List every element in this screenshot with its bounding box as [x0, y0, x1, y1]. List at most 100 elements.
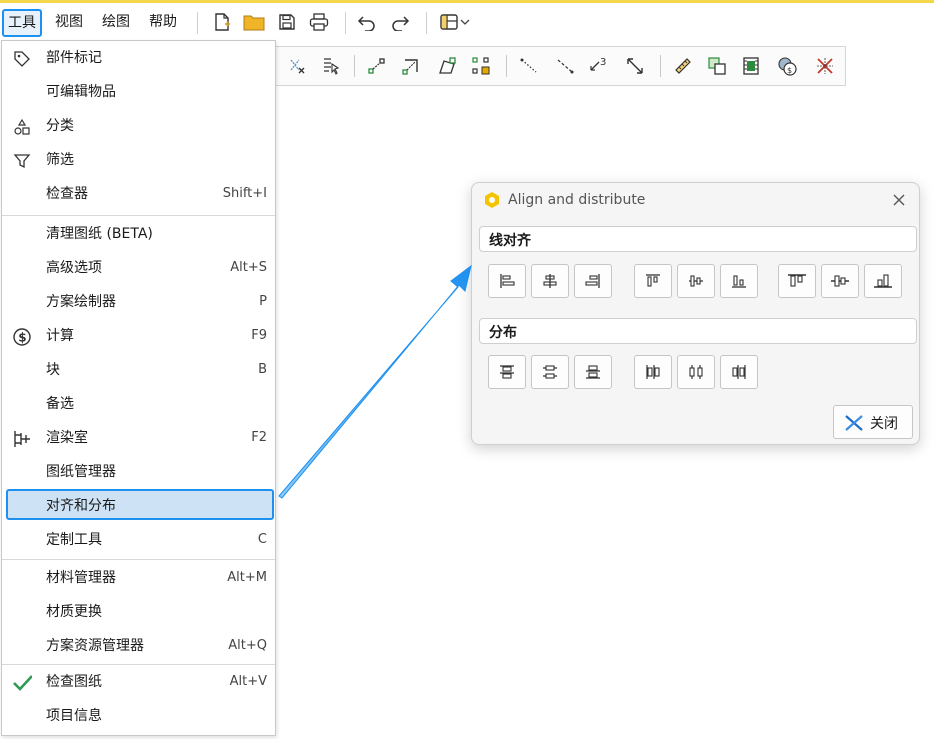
toolbar-divider	[197, 12, 198, 34]
menubar: 工具 视图 绘图 帮助	[0, 3, 934, 39]
menu-draw[interactable]: 绘图	[98, 9, 134, 35]
distribute-left-button[interactable]	[634, 355, 672, 389]
grid-points-icon[interactable]	[470, 55, 492, 77]
menu-item-render-room[interactable]: 渲染室 F2	[2, 421, 275, 455]
copy-block-icon[interactable]	[706, 55, 728, 77]
shapes-icon	[12, 117, 32, 137]
section-distribute-header: 分布	[479, 318, 917, 344]
app-hex-icon	[485, 192, 499, 208]
measure-diagonal-icon[interactable]	[624, 55, 646, 77]
toolbar-divider	[354, 55, 355, 77]
distribute-top-icon	[500, 365, 514, 379]
menu-item-drawing-manager[interactable]: 图纸管理器	[2, 455, 275, 489]
connect-points-icon[interactable]	[366, 55, 388, 77]
dimension-3-icon[interactable]: 3	[588, 55, 610, 77]
align-center-edge-button[interactable]	[821, 264, 859, 298]
distribute-left-icon	[646, 365, 660, 379]
tools-dropdown-menu: 部件标记 可编辑物品 分类 筛选 检查器 Shift+I 清理图纸 (BETA)…	[1, 40, 276, 736]
align-top-edge-button[interactable]	[778, 264, 816, 298]
align-bottom-edge-button[interactable]	[864, 264, 902, 298]
toolbar-divider	[660, 55, 661, 77]
print-icon[interactable]	[308, 11, 330, 33]
select-remove-icon[interactable]	[286, 55, 308, 77]
menu-item-block[interactable]: 块 B	[2, 353, 275, 387]
align-middle-v-button[interactable]	[677, 264, 715, 298]
align-middle-v-icon	[689, 275, 703, 287]
distribute-center-v-button[interactable]	[531, 355, 569, 389]
render-room-icon	[12, 429, 32, 449]
menu-item-calculate[interactable]: $ 计算 F9	[2, 319, 275, 353]
align-right-button[interactable]	[574, 264, 612, 298]
dialog-close-icon[interactable]	[889, 190, 909, 210]
shape-edit-icon[interactable]	[436, 55, 458, 77]
menu-view[interactable]: 视图	[51, 9, 87, 35]
distribute-top-button[interactable]	[488, 355, 526, 389]
menu-item-align-distribute[interactable]: 对齐和分布	[6, 489, 274, 520]
distribute-right-icon	[732, 365, 746, 379]
menu-item-material-manager[interactable]: 材料管理器 Alt+M	[2, 561, 275, 595]
menu-item-clean-drawing[interactable]: 清理图纸 (BETA)	[2, 217, 275, 251]
align-left-button[interactable]	[488, 264, 526, 298]
menu-item-editable-items[interactable]: 可编辑物品	[2, 75, 275, 109]
align-right-icon	[585, 274, 600, 288]
distribute-center-h-button[interactable]	[677, 355, 715, 389]
ruler-icon[interactable]	[672, 55, 694, 77]
menu-item-alternatives[interactable]: 备选	[2, 387, 275, 421]
align-distribute-dialog: Align and distribute 线对齐 分布 关闭	[471, 182, 920, 445]
distribute-right-button[interactable]	[720, 355, 758, 389]
menu-item-categories[interactable]: 分类	[2, 109, 275, 143]
cost-gear-icon[interactable]: $	[776, 55, 798, 77]
menu-item-advanced-options[interactable]: 高级选项 Alt+S	[2, 251, 275, 285]
menu-item-project-info[interactable]: 项目信息	[2, 699, 275, 733]
menu-item-part-tags[interactable]: 部件标记	[2, 41, 275, 75]
menu-separator	[2, 215, 275, 216]
close-x-icon	[845, 415, 863, 431]
tag-icon	[12, 49, 32, 69]
align-center-h-button[interactable]	[531, 264, 569, 298]
save-icon[interactable]	[276, 11, 298, 33]
distribute-bottom-icon	[586, 365, 600, 379]
menu-item-material-replace[interactable]: 材质更换	[2, 595, 275, 629]
menu-separator	[2, 559, 275, 560]
section-align-header: 线对齐	[479, 226, 917, 252]
menu-help[interactable]: 帮助	[145, 9, 181, 35]
redo-icon[interactable]	[389, 11, 411, 33]
select-list-icon[interactable]	[320, 55, 342, 77]
align-left-icon	[500, 274, 515, 288]
menu-item-filter[interactable]: 筛选	[2, 143, 275, 177]
drawing-toolbar: 3 $	[276, 46, 846, 86]
toolbar-divider	[426, 12, 427, 34]
menu-item-check-drawing[interactable]: 检查图纸 Alt+V	[2, 665, 275, 699]
menu-item-custom-tools[interactable]: 定制工具 C	[2, 523, 275, 557]
chevron-down-icon[interactable]	[458, 11, 472, 33]
delete-cross-icon[interactable]	[814, 55, 836, 77]
filter-icon	[12, 151, 32, 171]
open-folder-icon[interactable]	[243, 11, 265, 33]
menu-item-plan-painter[interactable]: 方案绘制器 P	[2, 285, 275, 319]
dialog-title: Align and distribute	[508, 192, 646, 208]
film-block-icon[interactable]	[740, 55, 762, 77]
align-bottom-button[interactable]	[720, 264, 758, 298]
align-bottom-icon	[732, 275, 746, 288]
dotted-line-icon[interactable]	[518, 55, 540, 77]
menu-item-plan-explorer[interactable]: 方案资源管理器 Alt+Q	[2, 629, 275, 663]
align-top-icon	[646, 274, 660, 287]
menu-item-inspector[interactable]: 检查器 Shift+I	[2, 177, 275, 211]
dashed-line-icon[interactable]	[554, 55, 576, 77]
dollar-icon: $	[12, 327, 32, 347]
align-center-edge-icon	[831, 275, 849, 287]
layout-icon[interactable]	[438, 11, 460, 33]
svg-text:$: $	[18, 331, 26, 345]
align-center-h-icon	[543, 274, 557, 288]
menu-tools[interactable]: 工具	[2, 9, 42, 37]
distribute-center-v-icon	[543, 365, 557, 379]
toolbar-divider	[345, 12, 346, 34]
check-icon	[12, 673, 32, 693]
new-file-icon[interactable]	[211, 11, 233, 33]
distribute-bottom-button[interactable]	[574, 355, 612, 389]
corner-line-icon[interactable]	[400, 55, 422, 77]
align-top-button[interactable]	[634, 264, 672, 298]
undo-icon[interactable]	[356, 11, 378, 33]
close-button[interactable]: 关闭	[833, 405, 913, 439]
align-bottom-edge-icon	[874, 274, 892, 288]
